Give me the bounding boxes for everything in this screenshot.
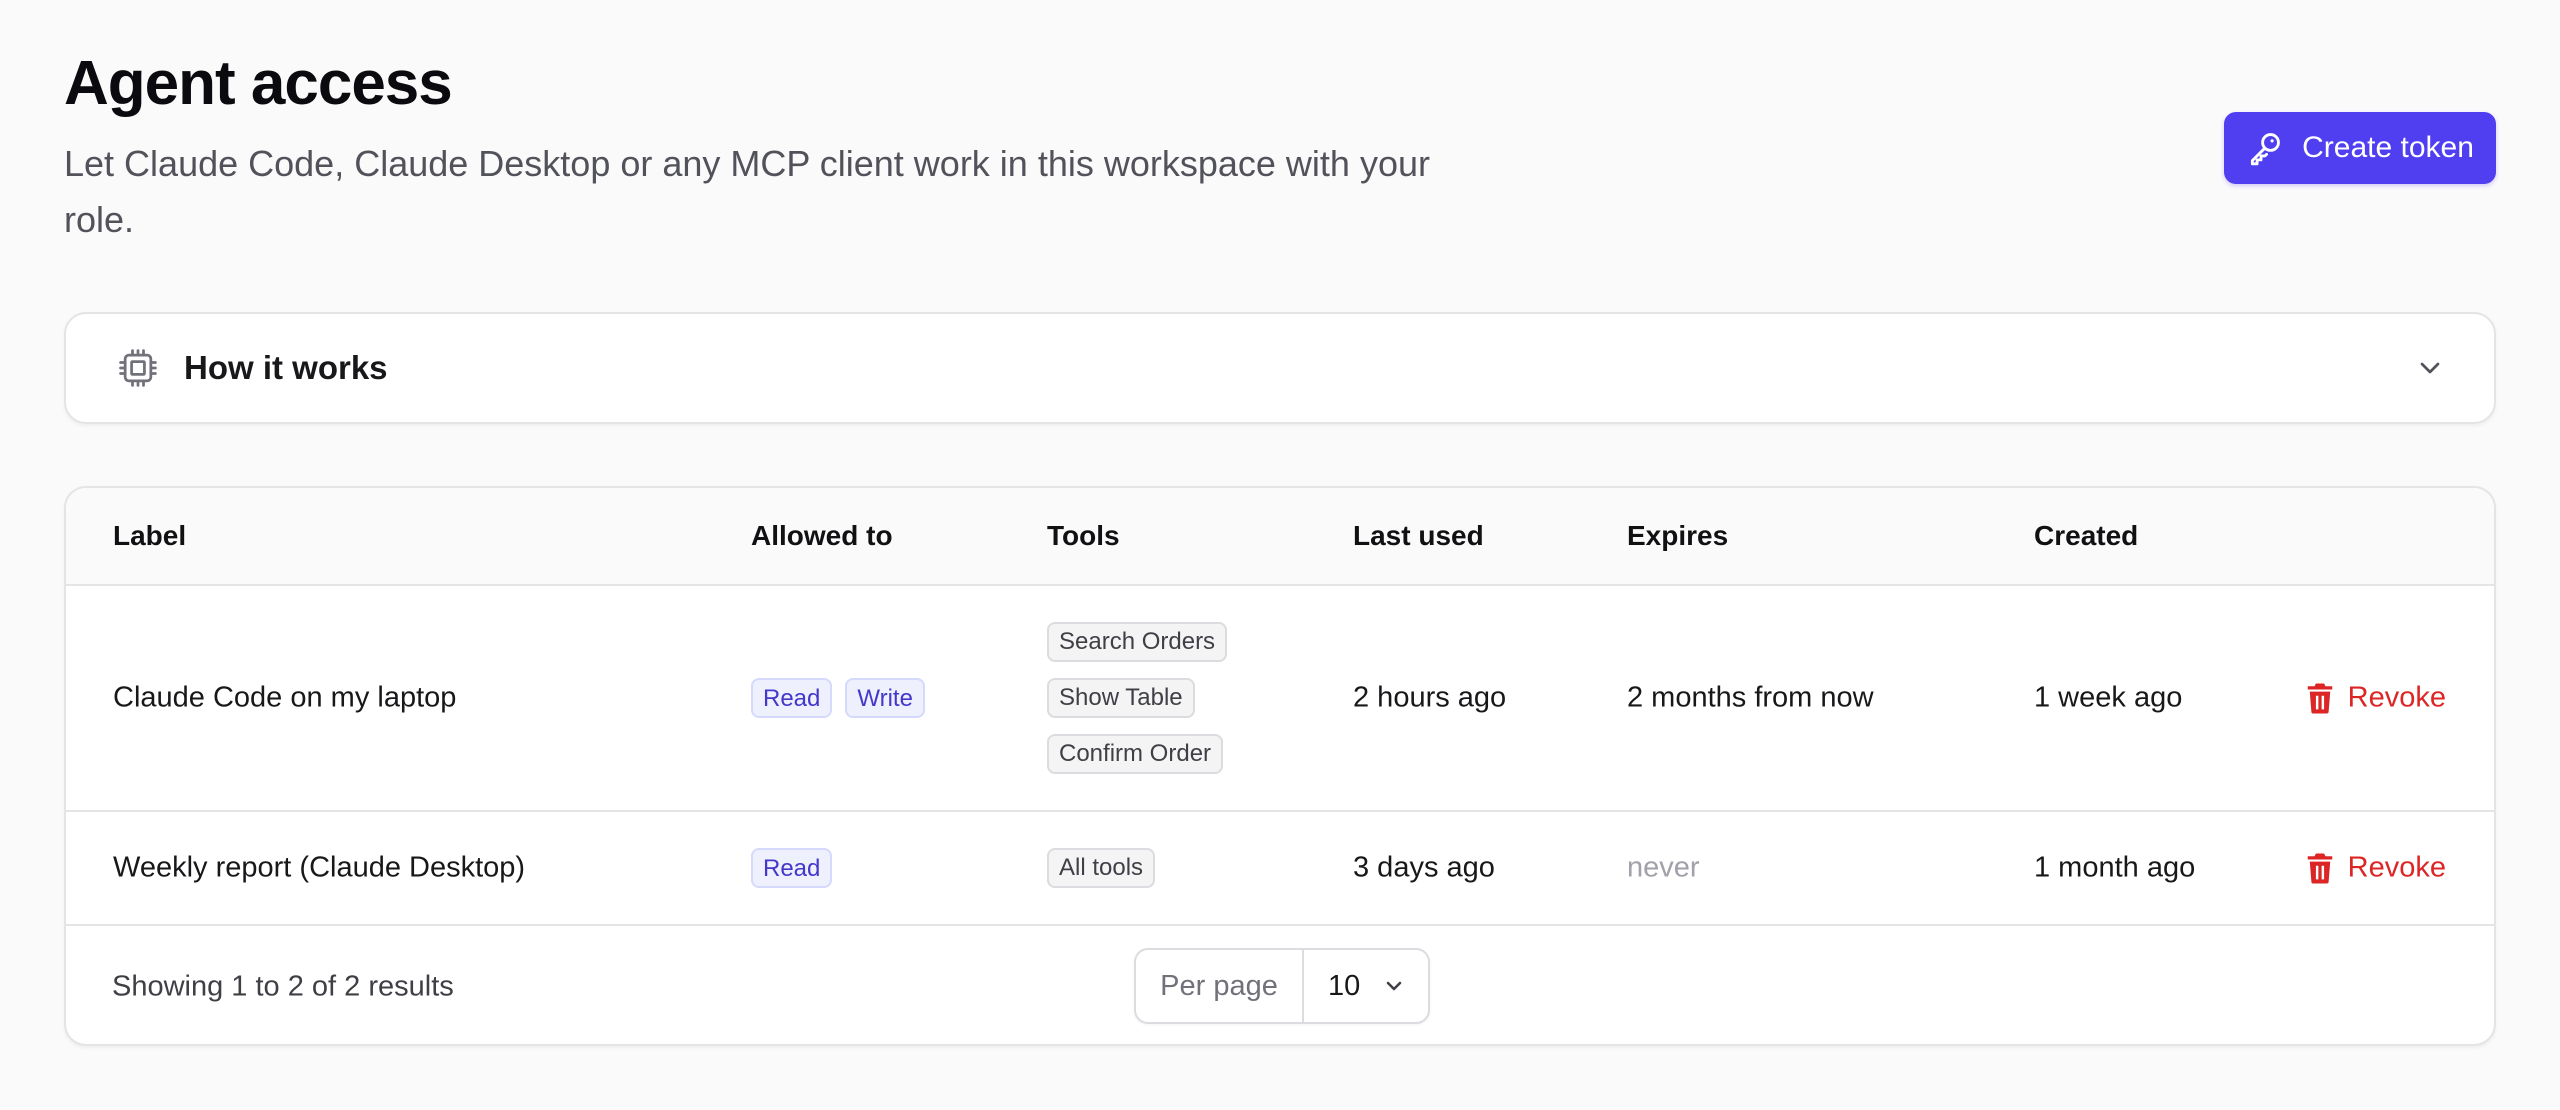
how-it-works-accordion[interactable]: How it works (64, 312, 2496, 424)
per-page-label: Per page (1136, 950, 1304, 1022)
page-subtitle: Let Claude Code, Claude Desktop or any M… (64, 143, 1430, 240)
agent-access-page: Agent access Let Claude Code, Claude Des… (0, 0, 2560, 1110)
token-label: Claude Code on my laptop (113, 681, 457, 714)
column-header-label: Label (113, 520, 187, 551)
create-token-label: Create token (2302, 131, 2474, 164)
permission-badge-read: Read (751, 678, 833, 718)
last-used: 3 days ago (1353, 851, 1495, 884)
tool-badge: Show Table (1047, 678, 1195, 718)
trash-icon (2307, 853, 2332, 883)
tool-badge: All tools (1047, 848, 1156, 888)
permission-badge-write: Write (845, 678, 925, 718)
tool-badge: Search Orders (1047, 622, 1228, 662)
revoke-button[interactable]: Revoke (2306, 852, 2446, 885)
tool-list: All tools (1047, 848, 1156, 888)
table-row: Weekly report (Claude Desktop) Read All … (66, 812, 2494, 926)
created: 1 month ago (2034, 851, 2196, 884)
column-header-tools: Tools (1047, 520, 1120, 551)
trash-icon (2307, 683, 2332, 713)
page-title: Agent access (64, 49, 453, 118)
how-it-works-label: How it works (184, 349, 388, 386)
tokens-table: Label Allowed to Tools Last used Expires… (64, 486, 2496, 1046)
last-used: 2 hours ago (1353, 681, 1507, 714)
expires: never (1627, 851, 1700, 884)
column-header-last-used: Last used (1353, 520, 1484, 551)
table-footer: Showing 1 to 2 of 2 results Per page 10 (66, 926, 2494, 1044)
tool-list: Search Orders Show Table Confirm Order (1047, 622, 1228, 774)
expires: 2 months from now (1627, 681, 1874, 714)
chevron-down-icon (1387, 981, 1402, 991)
chevron-down-icon (2420, 362, 2440, 374)
key-icon (2251, 133, 2280, 166)
token-label: Weekly report (Claude Desktop) (113, 851, 526, 884)
create-token-button[interactable]: Create token (2224, 112, 2496, 184)
table-header: Label Allowed to Tools Last used Expires… (66, 488, 2494, 586)
per-page-select[interactable]: 10 (1304, 950, 1428, 1022)
column-header-created: Created (2034, 520, 2139, 551)
revoke-label: Revoke (2347, 681, 2446, 714)
column-header-expires: Expires (1627, 520, 1729, 551)
column-header-allowed: Allowed to (751, 520, 893, 551)
per-page-value: 10 (1328, 969, 1361, 1002)
revoke-button[interactable]: Revoke (2306, 682, 2446, 715)
tool-badge: Confirm Order (1047, 734, 1224, 774)
cpu-chip-icon (119, 349, 157, 387)
results-summary: Showing 1 to 2 of 2 results (112, 970, 454, 1003)
allowed-badges: Read (751, 848, 833, 888)
table-row: Claude Code on my laptop Read Write Sear… (66, 586, 2494, 812)
allowed-badges: Read Write (751, 678, 925, 718)
revoke-label: Revoke (2347, 851, 2446, 884)
per-page-control: Per page 10 (1134, 948, 1430, 1024)
permission-badge-read: Read (751, 848, 833, 888)
created: 1 week ago (2034, 681, 2183, 714)
